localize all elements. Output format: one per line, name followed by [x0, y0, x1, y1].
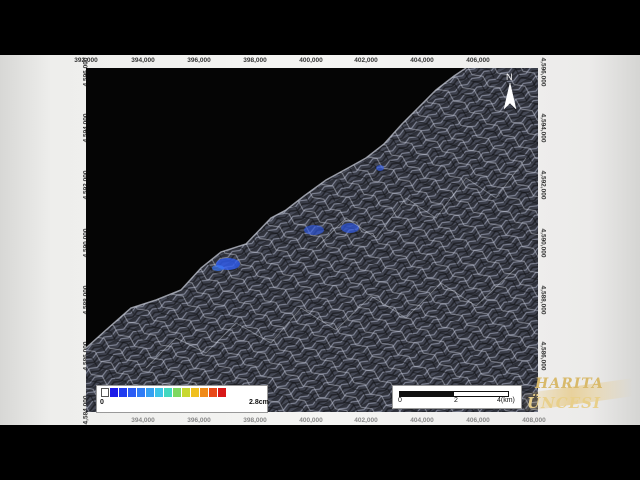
easting-tick-bottom: 404,000: [410, 417, 434, 424]
legend-swatch: [128, 388, 136, 397]
easting-tick: 396,000: [187, 57, 211, 64]
easting-tick: 394,000: [131, 57, 155, 64]
northing-tick-right: 4,590,000: [539, 228, 547, 258]
scale-label-2: 2: [454, 397, 458, 404]
legend-swatch: [209, 388, 217, 397]
easting-tick-bottom: 394,000: [131, 417, 155, 424]
easting-tick-bottom: 402,000: [354, 417, 378, 424]
scale-bar: 0 2 4(km): [392, 385, 522, 409]
easting-tick: 404,000: [410, 57, 434, 64]
legend-swatch: [200, 388, 208, 397]
easting-tick: 400,000: [299, 57, 323, 64]
northing-tick-right: 4,592,000: [539, 170, 547, 200]
legend-swatch: [164, 388, 172, 397]
legend-swatch: [146, 388, 154, 397]
easting-tick: 406,000: [466, 57, 490, 64]
legend-min-label: 0: [100, 399, 104, 406]
deformation-legend: 0 2.8cm: [96, 385, 269, 413]
logo-line1: HARITA: [535, 376, 604, 392]
legend-swatch: [101, 388, 109, 397]
north-arrow-icon: [503, 83, 517, 110]
northing-tick-right: 4,596,000: [539, 57, 547, 87]
terrain-image: [86, 68, 538, 412]
northing-tick-right: 4,594,000: [539, 113, 547, 143]
easting-tick-bottom: 400,000: [299, 417, 323, 424]
sar-map: [86, 68, 538, 412]
easting-tick: 402,000: [354, 57, 378, 64]
legend-swatch: [110, 388, 118, 397]
scale-label-4: 4(km): [497, 397, 515, 404]
north-label: N: [506, 72, 513, 82]
legend-colorbar: [101, 388, 227, 397]
easting-tick-bottom: 406,000: [466, 417, 490, 424]
easting-tick-bottom: 398,000: [243, 417, 267, 424]
north-arrow: N: [502, 72, 518, 112]
logo-line2: ÜNCESI: [527, 394, 602, 412]
northing-tick-right: 4,588,000: [539, 285, 547, 315]
legend-swatch: [191, 388, 199, 397]
legend-swatch: [155, 388, 163, 397]
legend-swatch: [119, 388, 127, 397]
legend-swatch: [182, 388, 190, 397]
northing-tick-right: 4,586,000: [539, 341, 547, 371]
legend-swatch: [218, 388, 226, 397]
legend-max-label: 2.8cm: [249, 399, 269, 406]
legend-swatch: [137, 388, 145, 397]
broadcast-logo: HARITA ÜNCESI: [515, 372, 635, 428]
easting-tick-bottom: 396,000: [187, 417, 211, 424]
legend-swatch: [173, 388, 181, 397]
scale-label-0: 0: [398, 397, 402, 404]
easting-tick: 398,000: [243, 57, 267, 64]
